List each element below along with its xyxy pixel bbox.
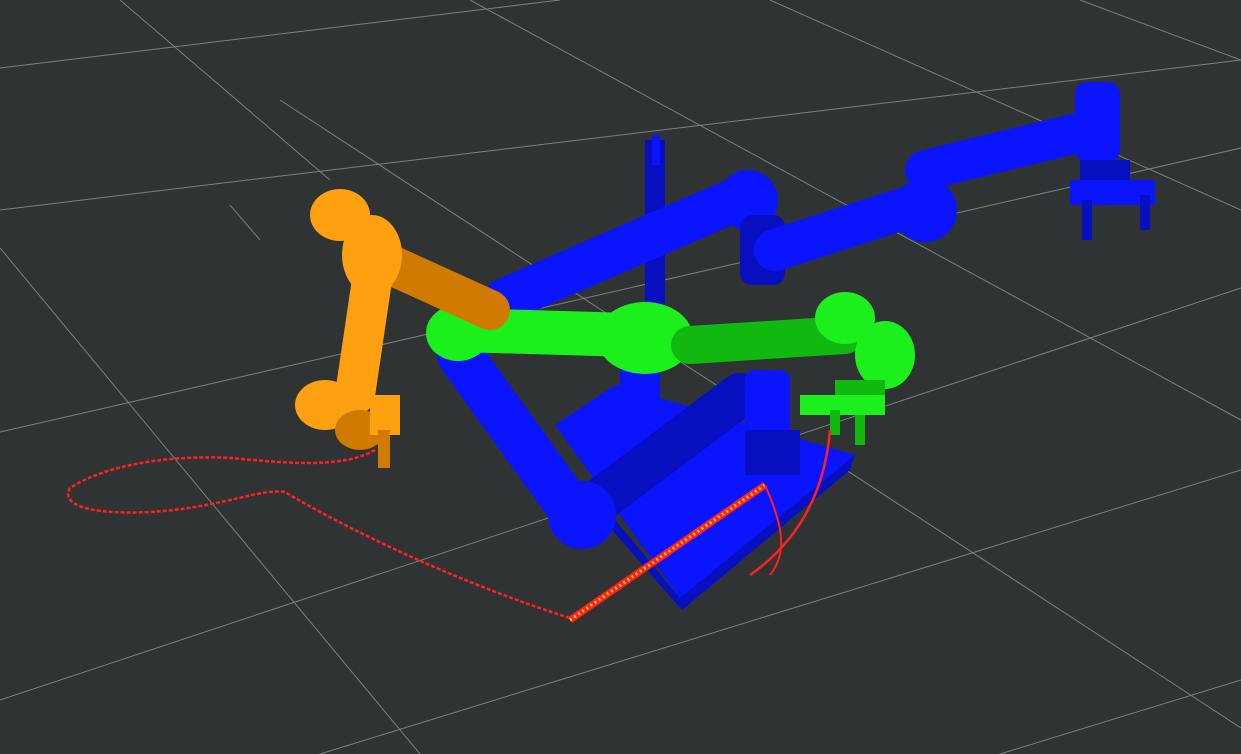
3d-viewport[interactable] [0, 0, 1241, 754]
scene-canvas[interactable] [0, 0, 1241, 754]
